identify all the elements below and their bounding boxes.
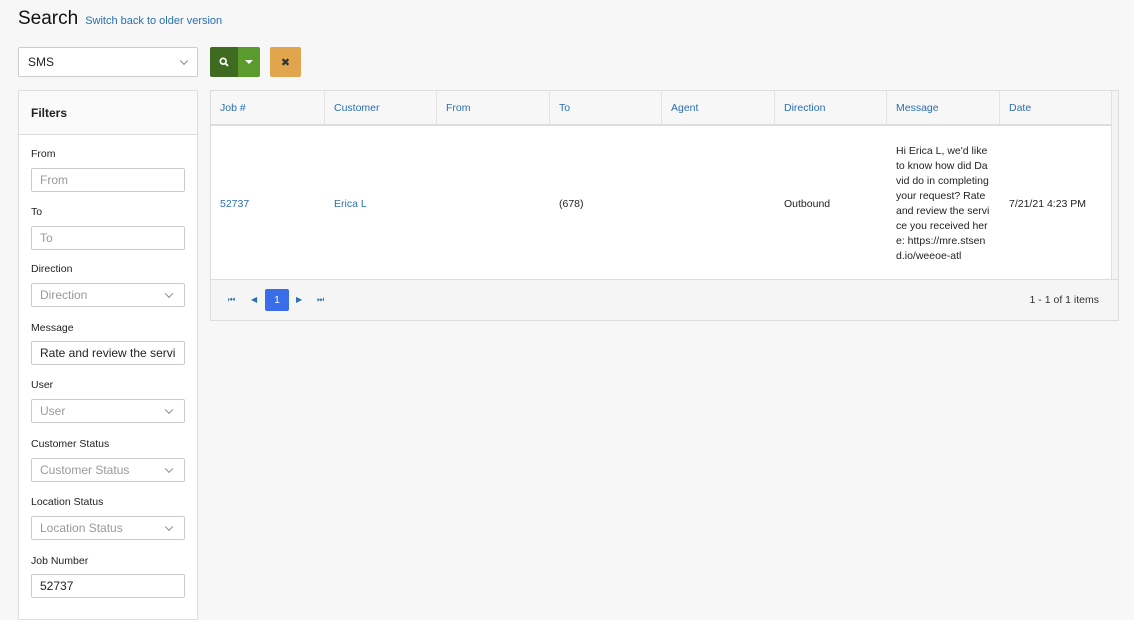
prev-page-icon[interactable]: ◀	[251, 295, 257, 304]
filters-title: Filters	[19, 91, 197, 135]
location-status-select[interactable]: Location Status	[31, 516, 185, 540]
switch-version-link[interactable]: Switch back to older version	[85, 15, 222, 27]
next-page-icon[interactable]: ▶	[296, 295, 302, 304]
chevron-down-icon	[179, 56, 189, 66]
column-header-from[interactable]: From	[437, 91, 550, 124]
to-input[interactable]: To	[31, 226, 185, 250]
chevron-down-icon	[164, 405, 174, 415]
chevron-down-icon	[164, 464, 174, 474]
search-type-select[interactable]: SMS	[18, 47, 198, 77]
to-cell: (678)	[559, 197, 584, 210]
customer-status-label: Customer Status	[31, 438, 110, 450]
customer-link[interactable]: Erica L	[325, 128, 437, 279]
customer-status-select[interactable]: Customer Status	[31, 458, 185, 482]
pager-info: 1 - 1 of 1 items	[1029, 294, 1099, 306]
user-placeholder: User	[40, 404, 66, 418]
job-number-input[interactable]: 52737	[31, 574, 185, 598]
from-input[interactable]: From	[31, 168, 185, 192]
filters-panel: Filters From From To To Direction Direct…	[18, 90, 198, 620]
search-options-dropdown[interactable]	[238, 47, 260, 77]
column-header-message[interactable]: Message	[887, 91, 1000, 124]
grid-scrollbar[interactable]	[1111, 91, 1118, 279]
close-icon: ✖	[280, 56, 291, 69]
page-title: Search	[18, 8, 79, 29]
job-link[interactable]: 52737	[211, 128, 325, 279]
message-cell: Hi Erica L, we'd like to know how did Da…	[896, 144, 990, 262]
search-type-value: SMS	[28, 55, 55, 69]
message-label: Message	[31, 322, 74, 334]
date-cell: 7/21/21 4:23 PM	[1009, 197, 1087, 210]
clear-button[interactable]: ✖	[270, 47, 301, 77]
direction-label: Direction	[31, 263, 73, 275]
results-grid: Job # Customer From To Agent Direction M…	[210, 90, 1119, 321]
search-button[interactable]	[210, 47, 238, 77]
pager: ⏮ ◀ 1 ▶ ⏭ 1 - 1 of 1 items	[211, 279, 1118, 320]
column-header-direction[interactable]: Direction	[775, 91, 887, 124]
search-icon	[219, 57, 229, 67]
grid-header: Job # Customer From To Agent Direction M…	[211, 91, 1112, 126]
column-header-job[interactable]: Job #	[211, 91, 325, 124]
page-button-current[interactable]: 1	[265, 289, 289, 311]
message-input[interactable]: Rate and review the servi	[31, 341, 185, 365]
direction-placeholder: Direction	[40, 288, 88, 302]
direction-cell: Outbound	[784, 197, 831, 210]
column-header-to[interactable]: To	[550, 91, 662, 124]
location-status-label: Location Status	[31, 496, 104, 508]
to-label: To	[31, 206, 43, 218]
column-header-agent[interactable]: Agent	[662, 91, 775, 124]
location-status-placeholder: Location Status	[40, 521, 123, 535]
page-header: Search Switch back to older version	[18, 8, 222, 36]
user-select[interactable]: User	[31, 399, 185, 423]
chevron-down-icon	[164, 522, 174, 532]
agent-cell	[662, 128, 775, 279]
from-cell	[437, 128, 550, 279]
chevron-down-icon	[164, 289, 174, 299]
job-number-value: 52737	[40, 579, 74, 593]
from-placeholder: From	[40, 173, 68, 187]
message-value: Rate and review the servi	[40, 346, 176, 360]
first-page-icon[interactable]: ⏮	[228, 295, 235, 305]
from-label: From	[31, 148, 56, 160]
user-label: User	[31, 379, 54, 391]
direction-select[interactable]: Direction	[31, 283, 185, 307]
table-row: 52737 Erica L (678) Outbound Hi Erica L,…	[211, 128, 1112, 279]
last-page-icon[interactable]: ⏭	[317, 295, 324, 305]
job-number-label: Job Number	[31, 555, 89, 567]
to-placeholder: To	[40, 231, 53, 245]
column-header-date[interactable]: Date	[1000, 91, 1112, 124]
caret-down-icon	[245, 60, 253, 64]
column-header-customer[interactable]: Customer	[325, 91, 437, 124]
customer-status-placeholder: Customer Status	[40, 463, 130, 477]
